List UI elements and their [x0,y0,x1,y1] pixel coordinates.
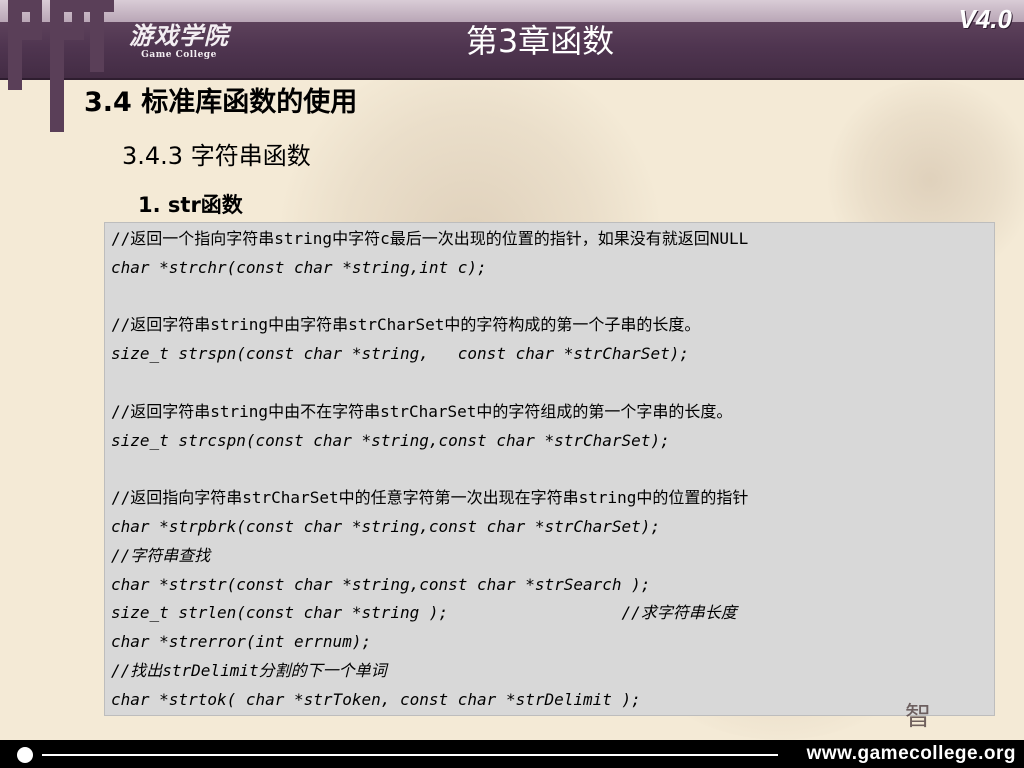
code-box: //返回一个指向字符串string中字符c最后一次出现的位置的指针，如果没有就返… [104,222,995,716]
code-line: //找出strDelimit分割的下一个单词 [111,660,387,680]
game-college-logo: 游戏学院 Game College [124,22,234,66]
code-line: size_t strcspn(const char *string,const … [111,430,670,450]
code-line: char *strchr(const char *string,int c); [111,257,487,277]
footer-divider [42,754,778,756]
watermark-glyph: 智 [905,702,932,732]
footer-dot-icon [17,747,33,763]
subsection-title: 3.4.3 字符串函数 [122,142,311,170]
section-title: 3.4 标准库函数的使用 [84,87,358,118]
logo-sub-text: Game College [141,50,217,60]
header-top-strip [0,0,1024,22]
code-line: char *strpbrk(const char *string,const c… [111,516,661,536]
logo-main-text: 游戏学院 [129,21,229,50]
code-line: //返回一个指向字符串string中字符c最后一次出现的位置的指针，如果没有就返… [111,229,749,248]
chapter-title: 第3章函数 [465,22,615,60]
code-line: //返回字符串string中由不在字符串strCharSet中的字符组成的第一个… [111,401,733,421]
code-line: size_t strlen(const char *string ); //求字… [111,603,737,623]
item-title: 1. str函数 [138,193,243,217]
code-line: size_t strspn(const char *string, const … [111,344,689,364]
version-badge: V4.0 [958,4,1013,34]
code-line: //字符串查找 [111,545,211,565]
code-line: char *strtok( char *strToken, const char… [111,689,641,709]
code-line: char *strstr(const char *string,const ch… [111,574,651,594]
footer-url: www.gamecollege.org [806,743,1016,764]
code-line: //返回字符串string中由字符串strCharSet中的字符构成的第一个子串… [111,315,701,335]
code-line: //返回指向字符串strCharSet中的任意字符第一次出现在字符串string… [111,488,749,508]
code-line: char *strerror(int errnum); [111,632,372,652]
